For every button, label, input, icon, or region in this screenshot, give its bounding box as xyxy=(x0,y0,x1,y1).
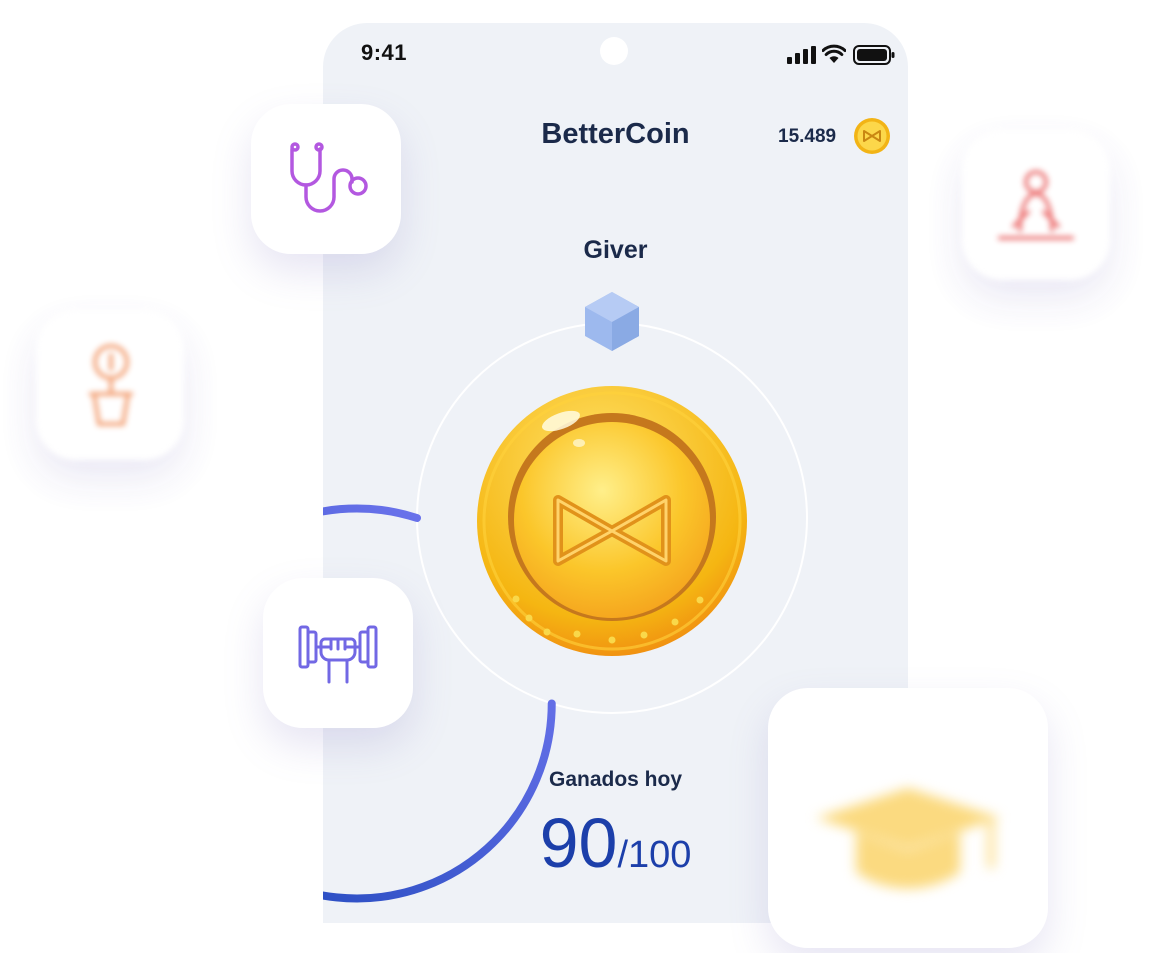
meditation-icon xyxy=(998,170,1074,240)
piggy-plant-card xyxy=(36,310,184,460)
stethoscope-icon xyxy=(290,142,368,213)
wifi-icon xyxy=(822,44,846,63)
level-name: Giver xyxy=(583,236,648,264)
coin-main-icon xyxy=(477,386,747,656)
progress-track xyxy=(416,322,808,714)
battery-icon xyxy=(853,45,895,65)
cellular-signal-icon xyxy=(787,46,816,64)
health-card xyxy=(251,104,401,254)
graduation-cap-icon xyxy=(816,788,1000,889)
status-time: 9:41 xyxy=(361,40,408,65)
camera-notch xyxy=(600,37,628,65)
education-card xyxy=(768,688,1048,948)
coin-balance[interactable]: 15.489 xyxy=(778,126,836,148)
status-bar: 9:41 xyxy=(323,23,908,83)
earned-goal: /100 xyxy=(617,834,692,876)
fitness-card xyxy=(263,578,413,728)
meditation-card xyxy=(962,130,1110,280)
dumbbell-icon xyxy=(298,625,378,684)
level-gem-icon xyxy=(585,292,639,351)
earned-count: 90 xyxy=(539,804,618,882)
coin-balance-icon[interactable] xyxy=(853,117,891,155)
piggy-plant-icon xyxy=(89,344,133,426)
